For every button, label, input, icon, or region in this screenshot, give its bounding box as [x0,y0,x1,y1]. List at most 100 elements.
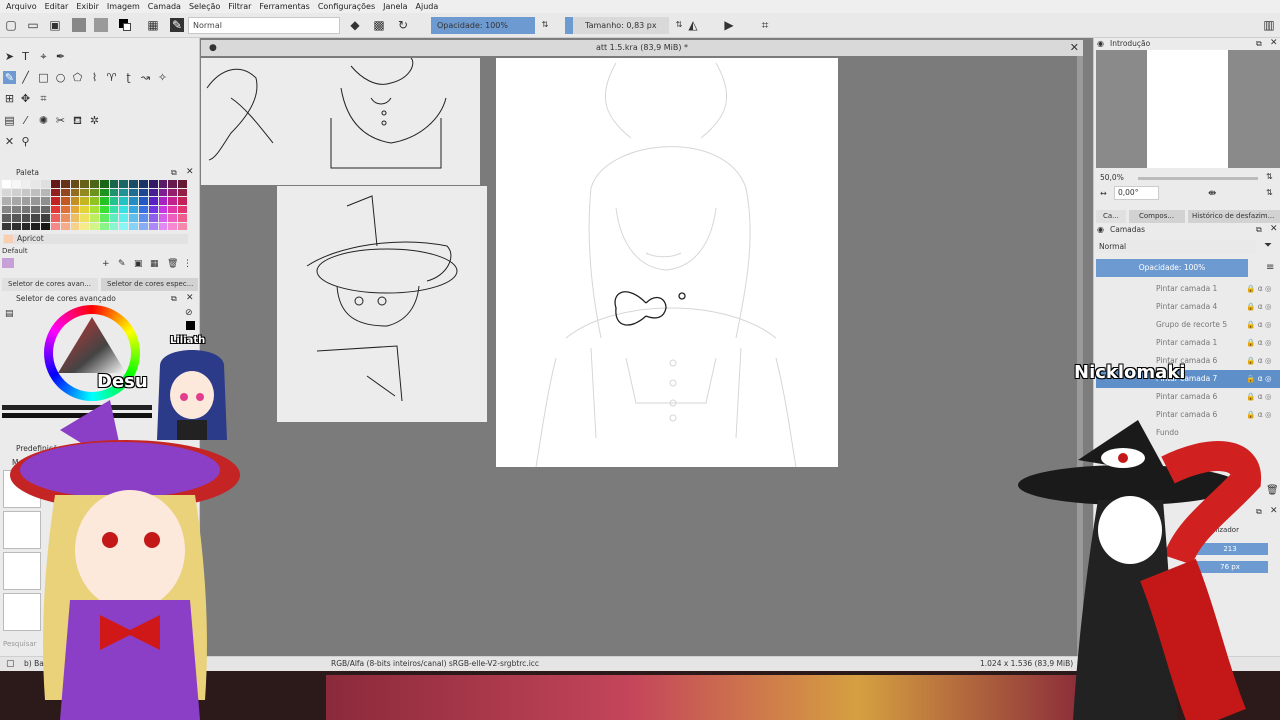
menu-editar[interactable]: Editar [45,2,69,11]
palette-swatch[interactable] [80,205,90,213]
palette-swatch[interactable] [168,214,178,222]
delete-icon[interactable]: 🗑 [167,259,178,269]
palette-swatch[interactable] [139,222,148,230]
palette-swatch[interactable] [168,197,178,205]
palette-swatch[interactable] [80,197,90,205]
multibrush-icon[interactable]: ✧ [156,71,169,84]
palette-swatch[interactable] [11,180,21,188]
palette-swatch[interactable] [178,197,187,205]
gradient-icon[interactable] [72,18,86,32]
document-canvas[interactable] [496,58,838,468]
palette-swatch[interactable] [139,214,148,222]
gradient-tool-icon[interactable]: ▤ [3,114,16,127]
palette-swatch[interactable] [90,222,99,230]
palette-swatch[interactable] [41,214,50,222]
palette-swatch[interactable] [60,222,70,230]
palette-swatch[interactable] [41,222,50,230]
mirror-vertical-icon[interactable]: ▶ [722,18,736,32]
palette-swatch[interactable] [129,214,139,222]
layer-blend-select[interactable]: Normal [1096,240,1256,253]
palette-swatch[interactable] [50,205,60,213]
palette-swatch[interactable] [80,188,90,196]
palette-swatch[interactable] [50,214,60,222]
palette-swatch[interactable] [60,214,70,222]
palette-swatch[interactable] [158,214,168,222]
canvas-area[interactable] [201,56,1083,656]
tab-undo-history[interactable]: Histórico de desfazim... [1188,210,1280,223]
palette-swatch[interactable] [119,188,129,196]
color-picker-icon[interactable]: ⁄ [19,114,32,127]
palette-swatch[interactable] [31,205,41,213]
overview-preview[interactable] [1096,50,1280,168]
selector-menu-icon[interactable]: ▤ [5,309,14,319]
fill-tool-icon[interactable]: ⛾ [71,114,84,127]
palette-swatch[interactable] [178,188,187,196]
size-spin-icon[interactable]: ⇅ [672,18,686,32]
palette-swatch[interactable] [31,214,41,222]
layer-row[interactable]: Grupo de recorte 5 🔒 α ◎ [1096,316,1280,334]
polygon-tool-icon[interactable]: ⬠ [71,71,84,84]
palette-swatch[interactable] [90,205,99,213]
bezier-tool-icon[interactable]: ♈ [105,71,118,84]
palette-swatch[interactable] [31,222,41,230]
palette-swatch[interactable] [99,205,109,213]
palette-swatch[interactable] [90,197,99,205]
tab-channels[interactable]: Ca... [1096,210,1126,223]
palette-swatch[interactable] [168,205,178,213]
workspace-icon[interactable]: ▥ [1262,18,1276,32]
palette-swatch[interactable] [60,205,70,213]
close-icon[interactable]: ✕ [1270,224,1278,234]
palette-swatch[interactable] [70,180,80,188]
palette-swatch[interactable] [109,197,119,205]
menu-selecao[interactable]: Seleção [189,2,220,11]
palette-swatch[interactable] [21,214,31,222]
menu-ferramentas[interactable]: Ferramentas [259,2,309,11]
layer-row[interactable]: Pintar camada 1 🔒 α ◎ [1096,280,1280,298]
palette-swatch[interactable] [178,205,187,213]
transform-tool-icon[interactable]: ⊞ [3,92,16,105]
menu-exibir[interactable]: Exibir [76,2,99,11]
palette-swatch[interactable] [2,205,11,213]
palette-swatch[interactable] [50,180,60,188]
tab-compositions[interactable]: Compos... [1129,210,1185,223]
add-swatch-icon[interactable]: + [102,259,110,269]
layer-row[interactable]: Pintar camada 4 🔒 α ◎ [1096,298,1280,316]
palette-swatch[interactable] [60,180,70,188]
freehand-path-icon[interactable]: ʈ [122,71,135,84]
menu-configuracoes[interactable]: Configurações [318,2,375,11]
palette-swatch[interactable] [158,180,168,188]
layer-opacity-slider[interactable]: Opacidade: 100% [1096,259,1248,277]
palette-swatch[interactable] [168,188,178,196]
palette-swatch[interactable] [129,222,139,230]
palette-swatch[interactable] [139,197,148,205]
mirror-horizontal-icon[interactable]: ◭ [686,18,700,32]
palette-swatch[interactable] [2,214,11,222]
opacity-slider[interactable]: Opacidade: 100% [431,17,535,34]
layer-row[interactable]: Pintar camada 6 🔒 α ◎ [1096,388,1280,406]
menu-imagem[interactable]: Imagem [107,2,140,11]
lock-icon[interactable]: 🔒 α ◎ [1246,370,1272,388]
palette-swatch[interactable] [109,205,119,213]
save-palette-icon[interactable]: ▣ [134,259,143,269]
brush-preset-icon[interactable]: ✎ [170,18,184,32]
zoom-slider[interactable] [1138,177,1258,180]
palette-swatch[interactable] [70,222,80,230]
grid-icon[interactable]: ▦ [150,259,159,269]
palette-swatch[interactable] [90,214,99,222]
palette-swatch[interactable] [90,188,99,196]
palette-swatch[interactable] [99,180,109,188]
layer-menu-icon[interactable]: ≡ [1266,262,1274,273]
menu-ajuda[interactable]: Ajuda [416,2,439,11]
palette-swatch[interactable] [178,222,187,230]
palette-swatch[interactable] [80,222,90,230]
lock-icon[interactable]: 🔒 α ◎ [1246,280,1272,298]
float-icon[interactable]: ⧉ [171,294,177,304]
reference-tool-icon[interactable]: ⚲ [19,135,32,148]
opacity-spin-icon[interactable]: ⇅ [538,18,552,32]
palette-thumb-icon[interactable] [2,258,14,268]
select-tool-icon[interactable]: ➤ [3,50,16,63]
palette-swatch[interactable] [148,205,158,213]
palette-swatch[interactable] [11,197,21,205]
float-icon[interactable]: ⧉ [1256,225,1262,235]
palette-swatch[interactable] [119,180,129,188]
